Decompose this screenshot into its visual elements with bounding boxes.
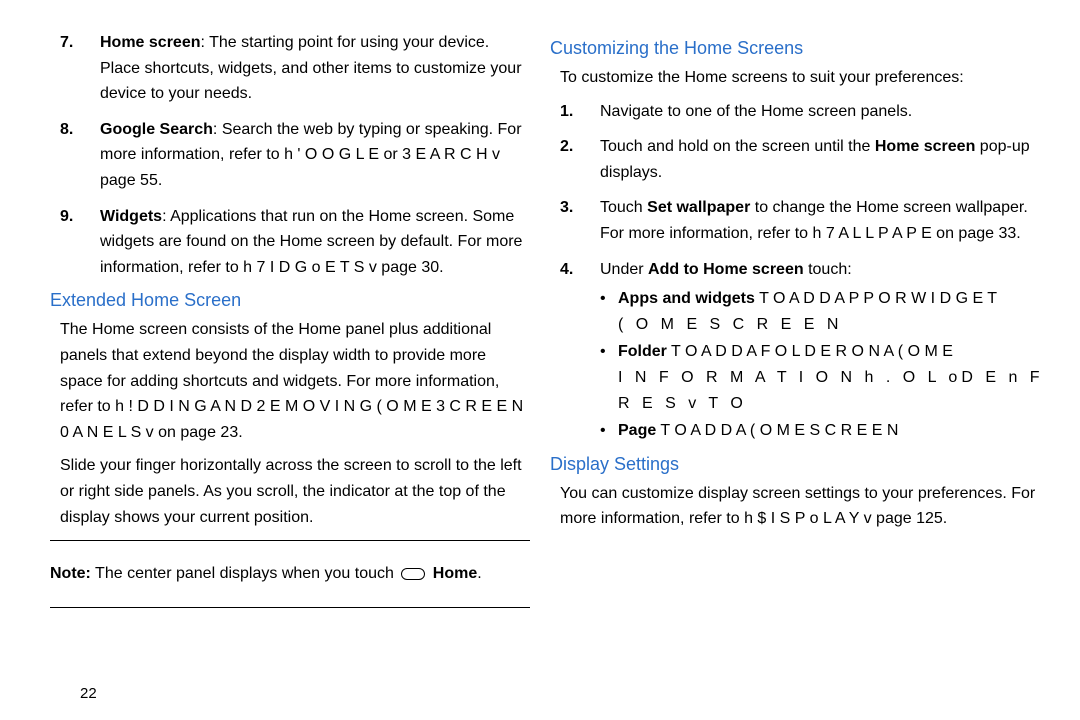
manual-page: 7. Home screen: The starting point for u… [0,0,1080,720]
section-heading-customizing: Customizing the Home Screens [550,38,1050,59]
home-button-icon [401,568,425,580]
list-item: 1. Navigate to one of the Home screen pa… [550,99,1050,125]
bullet-bold: Page [618,422,656,439]
item-ref: h 7 I D G o E T S v [243,259,377,276]
list-item: 4. Under Add to Home screen touch: Apps … [550,257,1050,444]
disp-b: page 125. [872,510,948,527]
step-ref: h 7 A L L P A P E [813,225,932,242]
note-label: Note: [50,565,91,582]
list-item: 2. Touch and hold on the screen until th… [550,134,1050,185]
note-home: Home [433,565,477,582]
list-item: 8. Google Search: Search the web by typi… [50,117,530,194]
step-number: 1. [560,99,573,125]
list-item: 3. Touch Set wallpaper to change the Hom… [550,195,1050,246]
extended-paragraph-2: Slide your finger horizontally across th… [50,453,530,530]
step-bold: Home screen [875,138,976,155]
left-column: 7. Home screen: The starting point for u… [50,30,550,720]
bullet-line2: ( O M E S C R E E N [618,316,842,333]
bullet-line2: I N F O R M A T I O N h . O L oD E n F R… [618,369,1044,412]
step-post: touch: [804,261,852,278]
bullet-spaced: T O A D D A ( O M E S C R E E N [656,422,898,439]
item-number: 8. [60,117,73,143]
step-number: 3. [560,195,573,221]
bullet-spaced: T O A D D A F O L D E R O N A ( O M E [667,343,953,360]
item-number: 7. [60,30,73,56]
display-paragraph: You can customize display screen setting… [550,481,1050,532]
list-item: Apps and widgets T O A D D A P P O R W I… [600,286,1050,337]
step-pre: Touch and hold on the screen until the [600,138,875,155]
item-tail: page 30. [377,259,444,276]
note-text: The center panel displays when you touch [91,565,398,582]
bullet-bold: Apps and widgets [618,290,755,307]
item-term: Widgets [100,208,162,225]
list-item: 7. Home screen: The starting point for u… [50,30,530,107]
list-item: Page T O A D D A ( O M E S C R E E N [600,418,1050,444]
rule-bottom [50,607,530,608]
item-term: Google Search [100,121,213,138]
step-number: 4. [560,257,573,283]
disp-ref: h $ I S P o L A Y v [744,510,872,527]
list-item: Folder T O A D D A F O L D E R O N A ( O… [600,339,1050,416]
add-options-list: Apps and widgets T O A D D A P P O R W I… [600,286,1050,444]
customize-steps: 1. Navigate to one of the Home screen pa… [550,99,1050,444]
bullet-spaced: T O A D D A P P O R W I D G E T [755,290,997,307]
step-bold: Set wallpaper [647,199,750,216]
item-ref: h ' O O G L E or 3 E A R C H v [284,146,500,163]
p1-b: on page 23. [154,424,243,441]
list-item: 9. Widgets: Applications that run on the… [50,204,530,281]
customize-intro: To customize the Home screens to suit yo… [550,65,1050,91]
item-term: Home screen [100,34,201,51]
section-heading-display: Display Settings [550,454,1050,475]
note-block: Note: The center panel displays when you… [50,551,530,597]
page-number: 22 [80,685,97,702]
step-pre: Touch [600,199,647,216]
note-period: . [477,565,481,582]
bullet-bold: Folder [618,343,667,360]
right-column: Customizing the Home Screens To customiz… [550,30,1050,720]
extended-paragraph-1: The Home screen consists of the Home pan… [50,317,530,445]
step-tail: on page 33. [932,225,1021,242]
step-number: 2. [560,134,573,160]
feature-list: 7. Home screen: The starting point for u… [50,30,530,280]
item-number: 9. [60,204,73,230]
section-heading-extended: Extended Home Screen [50,290,530,311]
p1-ref: h ! D D I N G A N D 2 E M O V I N G ( O … [60,398,523,441]
step-bold: Add to Home screen [648,261,804,278]
step-pre: Under [600,261,648,278]
step-text: Navigate to one of the Home screen panel… [600,103,912,120]
item-tail: page 55. [100,172,162,189]
rule-top [50,540,530,541]
